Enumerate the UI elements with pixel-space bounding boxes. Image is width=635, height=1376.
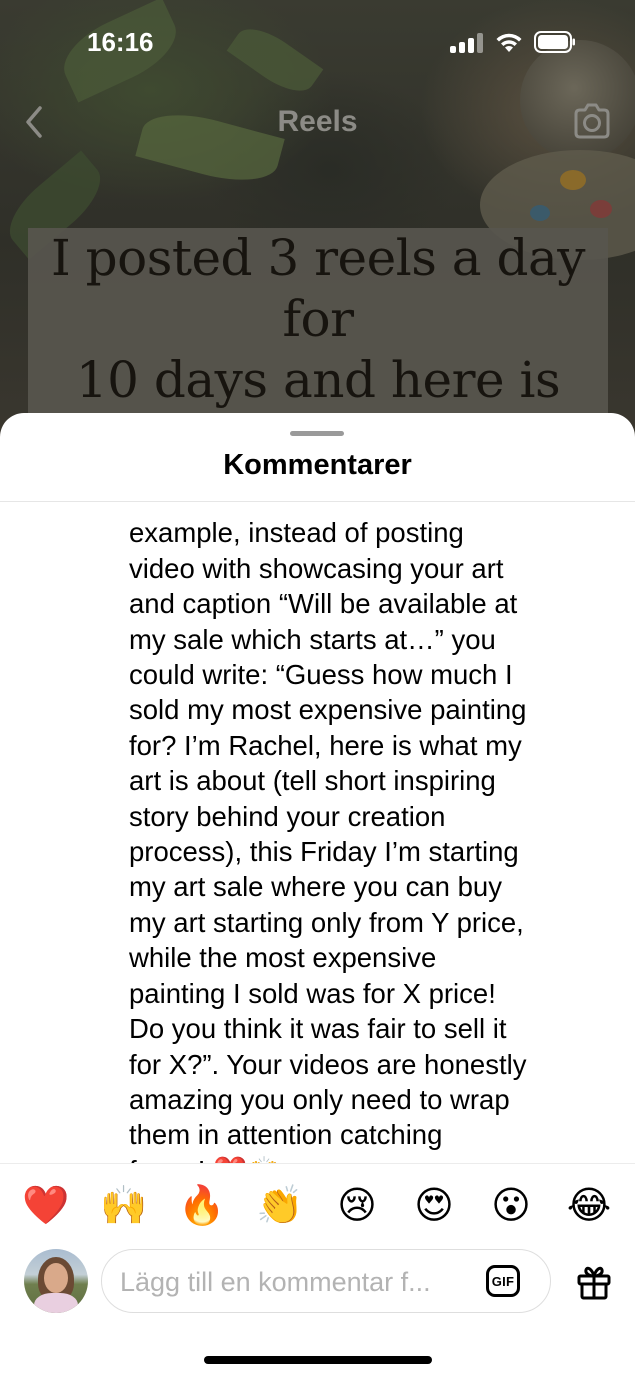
sheet-grabber-handle[interactable] (290, 431, 344, 436)
reaction-raised-hands-button[interactable]: 🙌 (99, 1180, 149, 1230)
paint-blob (530, 205, 550, 221)
quick-reaction-bar: ❤️ 🙌 🔥 👏 😢 😍 😮 😂 (0, 1180, 635, 1230)
divider (0, 1163, 635, 1164)
reaction-heart-button[interactable]: ❤️ (21, 1180, 71, 1230)
paint-jar (520, 40, 635, 160)
plant-leaf (226, 17, 324, 103)
paint-blob (590, 200, 612, 218)
reaction-crying-button[interactable]: 😢 (332, 1180, 382, 1230)
home-indicator[interactable] (204, 1356, 432, 1364)
avatar (24, 1249, 88, 1313)
paint-blob (560, 170, 586, 190)
comment-input[interactable]: Lägg till en kommentar f... (101, 1249, 551, 1313)
reaction-heart-eyes-button[interactable]: 😍 (409, 1180, 459, 1230)
cellular-signal-icon (450, 33, 484, 53)
battery-icon (534, 31, 575, 53)
comment-text-content: example, instead of posting video with s… (129, 517, 527, 1163)
comment-text: example, instead of posting video with s… (129, 502, 599, 1163)
comment-input-placeholder: Lägg till en kommentar f... (120, 1267, 431, 1297)
wifi-icon (496, 33, 522, 52)
reaction-clapping-button[interactable]: 👏 (255, 1180, 305, 1230)
reaction-laughing-button[interactable]: 😂 (564, 1180, 614, 1230)
comment-emojis: ❤️🙌 (213, 1155, 281, 1163)
reaction-fire-button[interactable]: 🔥 (177, 1180, 227, 1230)
gif-button[interactable]: GIF (486, 1265, 520, 1297)
comment-list[interactable]: example, instead of posting video with s… (0, 502, 635, 1163)
sheet-title: Kommentarer (223, 449, 412, 481)
page-title: Reels (277, 105, 358, 138)
status-time: 16:16 (87, 27, 154, 57)
gift-icon[interactable] (576, 1264, 612, 1300)
camera-icon[interactable] (572, 102, 612, 140)
reaction-surprised-button[interactable]: 😮 (486, 1180, 536, 1230)
